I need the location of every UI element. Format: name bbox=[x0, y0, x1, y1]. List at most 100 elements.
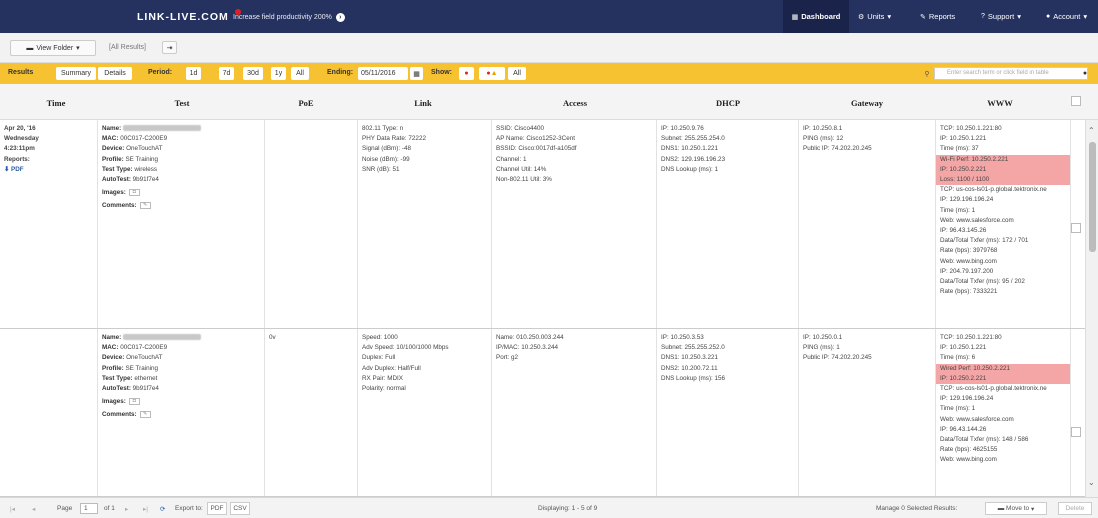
move-to-button[interactable]: ▬ Move to ▾ bbox=[985, 502, 1047, 515]
period-all[interactable]: All bbox=[291, 67, 309, 80]
link-line: Speed: 1000 bbox=[362, 334, 398, 341]
scroll-up-icon[interactable]: ⌃ bbox=[1088, 126, 1095, 135]
move-folder-button[interactable]: ⇥ bbox=[162, 41, 177, 54]
prev-page-icon[interactable]: ◂ bbox=[32, 505, 35, 513]
nav-reports[interactable]: ✎ Reports bbox=[920, 0, 955, 33]
gateway-line: Public IP: 74.202.20.245 bbox=[803, 145, 872, 153]
summary-tab[interactable]: Summary bbox=[56, 67, 96, 80]
help-icon: ? bbox=[981, 13, 985, 20]
period-1y[interactable]: 1y bbox=[271, 67, 286, 80]
error-filter-icon[interactable]: ● bbox=[459, 67, 474, 80]
first-page-icon[interactable]: |◂ bbox=[10, 505, 15, 513]
access-line: Channel Util: 14% bbox=[496, 165, 547, 173]
col-time[interactable]: Time bbox=[47, 98, 66, 108]
last-page-icon[interactable]: ▸| bbox=[143, 505, 148, 513]
nav-support-label: Support bbox=[987, 12, 1015, 21]
nav-reports-label: Reports bbox=[928, 12, 956, 21]
pdf-report-link[interactable]: ⬇ PDF bbox=[4, 165, 93, 175]
displaying-count: Displaying: 1 - 5 of 9 bbox=[538, 505, 598, 512]
row-checkbox[interactable] bbox=[1071, 223, 1081, 233]
vertical-scrollbar[interactable]: ⌃ ⌄ bbox=[1085, 120, 1098, 497]
access-line: IP/MAC: 10.250.3.244 bbox=[496, 344, 558, 352]
edit-icon[interactable]: ✎ bbox=[139, 202, 151, 210]
dhcp-line: Subnet: 255.255.252.0 bbox=[661, 344, 725, 352]
view-folder-button[interactable]: ▬ View Folder ▾ bbox=[10, 40, 96, 56]
www-line: Data/Total Txfer (ms): 148 / 586 bbox=[940, 436, 1029, 444]
www-line: TCP: us-cos-ls01-p.global.tektronix.ne bbox=[940, 385, 1047, 393]
col-dhcp[interactable]: DHCP bbox=[716, 98, 740, 108]
link-cell: 802.11 Type: n PHY Data Rate: 72222 Sign… bbox=[358, 120, 492, 328]
edit-icon[interactable]: ✎ bbox=[139, 411, 151, 419]
www-line: TCP: 10.250.1.221:80 bbox=[940, 125, 1002, 132]
logo[interactable]: LINK-LIVE.COM bbox=[137, 11, 229, 23]
search-input[interactable]: Enter search term or click field in tabl… bbox=[934, 67, 1088, 80]
nav-dashboard[interactable]: ▦ Dashboard bbox=[783, 0, 849, 33]
col-access[interactable]: Access bbox=[563, 98, 587, 108]
export-pdf-button[interactable]: PDF bbox=[207, 502, 227, 515]
profile-value: SE Training bbox=[125, 155, 159, 163]
scroll-down-icon[interactable]: ⌄ bbox=[1088, 478, 1095, 487]
col-test[interactable]: Test bbox=[175, 98, 190, 108]
details-tab[interactable]: Details bbox=[98, 67, 132, 80]
row-checkbox[interactable] bbox=[1071, 427, 1081, 437]
filter-bar: Results Summary Details Period: 1d 7d 30… bbox=[0, 63, 1098, 84]
row-date: Apr 20, '16 bbox=[4, 125, 36, 132]
promo-text[interactable]: Increase field productivity 200% bbox=[233, 14, 332, 21]
images-label: Images: bbox=[102, 189, 126, 197]
link-line: Signal (dBm): -48 bbox=[362, 145, 411, 153]
col-gateway[interactable]: Gateway bbox=[851, 98, 883, 108]
period-30d[interactable]: 30d bbox=[243, 67, 263, 80]
select-all-checkbox[interactable] bbox=[1071, 96, 1081, 106]
mac-label: MAC: bbox=[102, 344, 119, 352]
camera-icon[interactable]: ◘ bbox=[128, 398, 140, 406]
delete-button[interactable]: Delete bbox=[1058, 502, 1092, 515]
poe-cell: 0v bbox=[265, 329, 358, 496]
poe-cell bbox=[265, 120, 358, 328]
period-7d[interactable]: 7d bbox=[219, 67, 234, 80]
col-link[interactable]: Link bbox=[414, 98, 432, 108]
www-line: IP: 96.43.145.26 bbox=[940, 227, 987, 235]
www-line: Web: www.salesforce.com bbox=[940, 216, 1014, 224]
gateway-line: IP: 10.250.8.1 bbox=[803, 125, 843, 132]
www-cell: TCP: 10.250.1.221:80 IP: 10.250.1.221 Ti… bbox=[936, 120, 1071, 328]
page-number-input[interactable]: 1 bbox=[80, 503, 98, 514]
access-line: Non-802.11 Util: 3% bbox=[496, 176, 552, 184]
table-row[interactable]: Apr 20, '16 Wednesday 4:23:11pm Reports:… bbox=[0, 120, 1085, 329]
scrollbar-thumb[interactable] bbox=[1089, 142, 1096, 252]
profile-value: SE Training bbox=[125, 364, 159, 372]
arrow-right-icon[interactable]: › bbox=[335, 13, 345, 22]
nav-support[interactable]: ? Support ▾ bbox=[981, 0, 1021, 33]
www-line-failed: IP: 10.250.2.221 bbox=[936, 373, 1070, 385]
col-poe[interactable]: PoE bbox=[298, 98, 313, 108]
show-all-filter[interactable]: All bbox=[508, 67, 526, 80]
caret-down-icon: ▾ bbox=[1030, 505, 1035, 513]
col-www[interactable]: WWW bbox=[987, 98, 1013, 108]
reports-icon: ✎ bbox=[920, 13, 926, 21]
refresh-icon[interactable]: ⟳ bbox=[160, 505, 165, 513]
access-line: Channel: 1 bbox=[496, 155, 527, 163]
nav-account[interactable]: ● Account ▾ bbox=[1046, 0, 1087, 33]
www-line: Rate (bps): 7333221 bbox=[940, 288, 998, 296]
table-row[interactable]: Name: MAC: 00C017-C200E9 Device: OneTouc… bbox=[0, 329, 1085, 497]
folder-icon: ▬ bbox=[997, 505, 1005, 512]
gateway-line: PING (ms): 12 bbox=[803, 135, 844, 143]
link-line: Polarity: normal bbox=[362, 385, 406, 393]
nav-units-label: Units bbox=[867, 12, 885, 21]
dhcp-line: DNS1: 10.250.1.221 bbox=[661, 145, 719, 153]
results-tab[interactable]: Results bbox=[8, 69, 33, 76]
caret-down-icon: ▾ bbox=[1083, 12, 1088, 21]
ending-date-input[interactable]: 05/11/2016 bbox=[358, 67, 408, 80]
show-label: Show: bbox=[431, 69, 452, 76]
nav-units[interactable]: ⚙ Units ▾ bbox=[858, 0, 891, 33]
promo-banner[interactable]: Increase field productivity 200% › bbox=[233, 9, 345, 22]
dhcp-line: DNS Lookup (ms): 156 bbox=[661, 374, 726, 382]
clear-search-icon[interactable]: ● bbox=[1080, 67, 1090, 80]
export-csv-button[interactable]: CSV bbox=[230, 502, 250, 515]
camera-icon[interactable]: ◘ bbox=[128, 189, 140, 197]
warning-filter-icon[interactable]: ● ▲ bbox=[479, 67, 505, 80]
period-1d[interactable]: 1d bbox=[186, 67, 201, 80]
www-line-failed: Wi-Fi Perf: 10.250.2.221 bbox=[936, 154, 1070, 165]
www-line: IP: 96.43.144.26 bbox=[940, 425, 987, 433]
calendar-icon[interactable]: ▦ bbox=[410, 67, 423, 80]
next-page-icon[interactable]: ▸ bbox=[125, 505, 128, 513]
